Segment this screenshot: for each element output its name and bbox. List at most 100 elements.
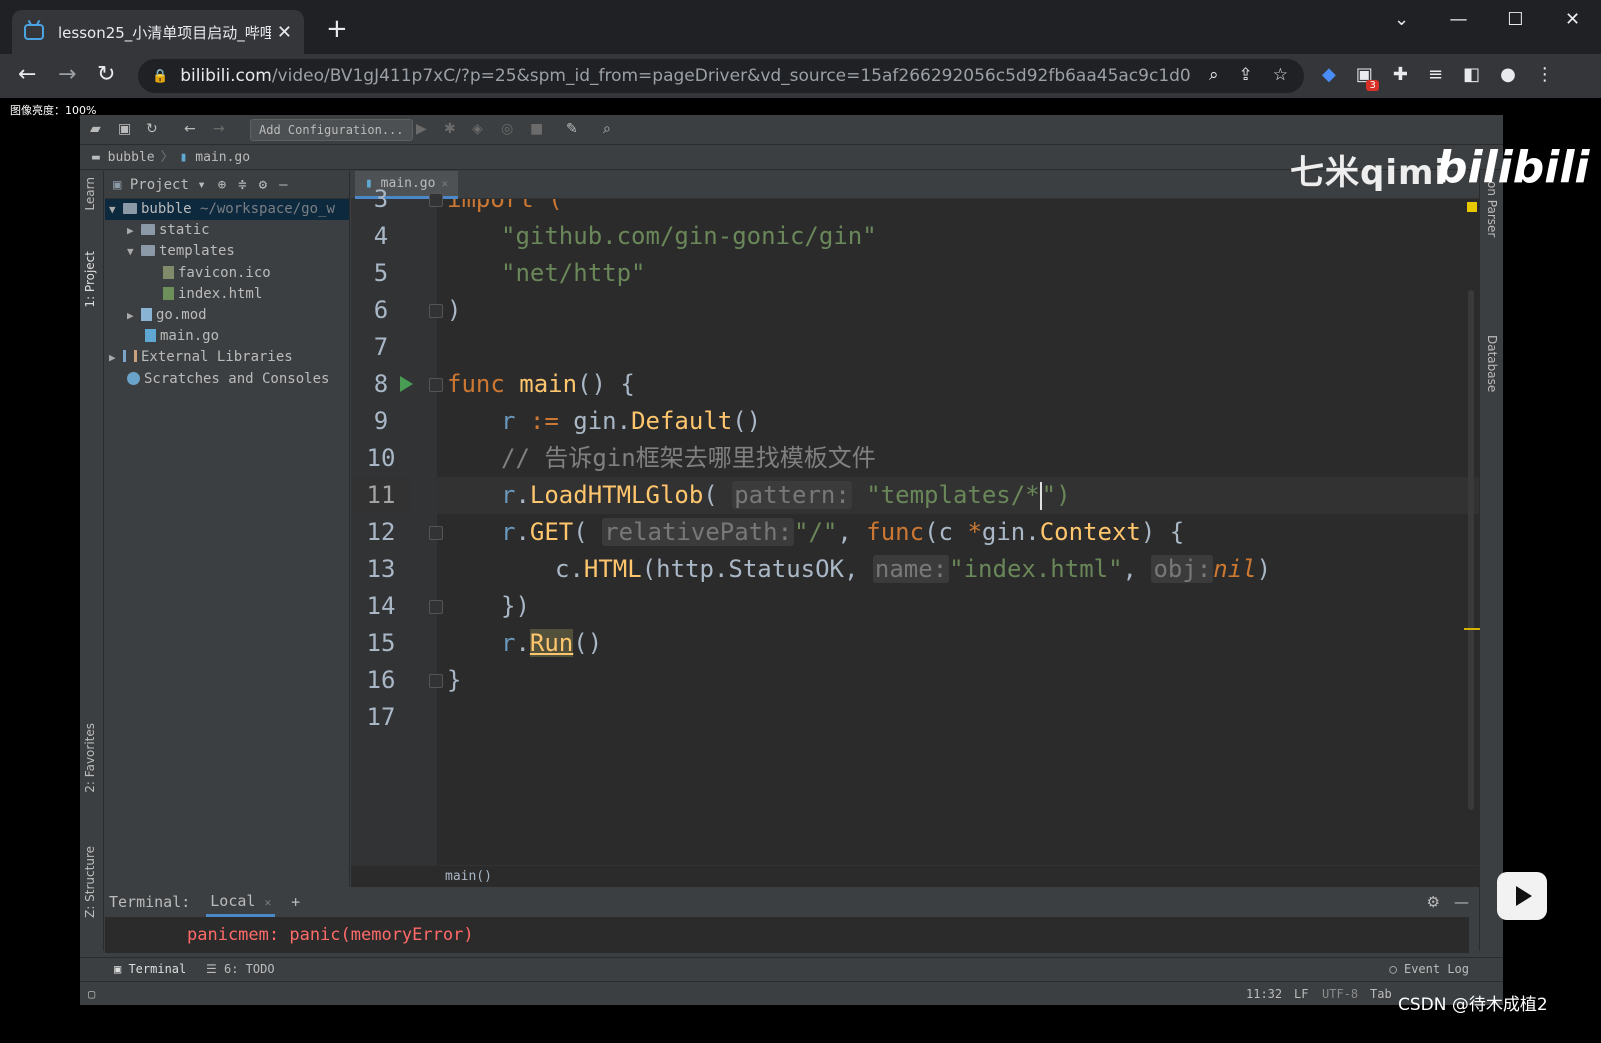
- tree-item-bubble[interactable]: ▼ bubble ~/workspace/go_w: [105, 199, 349, 221]
- reading-list-icon[interactable]: ≡: [1428, 64, 1443, 85]
- collapsed-arrow-icon[interactable]: ▶: [127, 305, 141, 326]
- reload-button[interactable]: ↻: [97, 62, 115, 87]
- project-tool-tab[interactable]: 1: Project: [83, 251, 97, 308]
- share-icon[interactable]: ⇪: [1239, 65, 1253, 85]
- sync-icon[interactable]: ↻: [146, 121, 158, 137]
- editor-breadcrumb[interactable]: main(): [351, 865, 1479, 887]
- tree-item-index-html[interactable]: index.html: [105, 284, 349, 305]
- search-icon[interactable]: ⌕: [603, 121, 611, 137]
- code-token: "/": [794, 518, 838, 546]
- library-icon: [123, 350, 137, 363]
- new-tab-button[interactable]: +: [326, 14, 348, 44]
- menu-kebab-icon[interactable]: ⋮: [1536, 64, 1554, 85]
- code-line: ): [437, 292, 1479, 329]
- ide-window: ▰ ▣ ↻ ← → Add Configuration... ▶ ✱ ◈ ◎ ■…: [80, 115, 1503, 1005]
- scratches-icon: [127, 371, 140, 385]
- back-button[interactable]: ←: [18, 62, 36, 87]
- coverage-icon[interactable]: ◈: [472, 121, 483, 137]
- bilibili-favicon-icon: [24, 24, 44, 40]
- window-controls: ⌄ — ☐ ✕: [1373, 0, 1601, 40]
- tab-terminal-local[interactable]: Local ✕: [206, 888, 276, 917]
- close-icon[interactable]: ✕: [264, 896, 271, 909]
- close-icon[interactable]: ✕: [441, 177, 448, 190]
- gear-icon[interactable]: ⚙: [1427, 893, 1440, 911]
- scroll-marker[interactable]: [1464, 628, 1480, 630]
- lock-icon[interactable]: 🔒: [152, 69, 168, 84]
- line-number: 11: [351, 477, 411, 514]
- line-number: 5: [373, 259, 389, 287]
- warning-marker-icon[interactable]: [1467, 202, 1477, 212]
- event-log-button[interactable]: ◯ Event Log: [1390, 958, 1469, 980]
- close-tab-icon[interactable]: ✕: [277, 22, 292, 43]
- favorites-tool-tab[interactable]: 2: Favorites: [83, 723, 97, 793]
- add-configuration-button[interactable]: Add Configuration...: [250, 119, 413, 141]
- tree-item-go-mod[interactable]: ▶ go.mod: [105, 305, 349, 326]
- indent-setting[interactable]: Tab: [1370, 982, 1392, 1006]
- database-tool-tab[interactable]: Database: [1485, 335, 1499, 392]
- terminal-output[interactable]: panicmem: panic(memoryError): [105, 917, 1469, 953]
- tree-item-scratches[interactable]: Scratches and Consoles: [105, 369, 349, 390]
- run-gutter-icon[interactable]: [400, 376, 413, 392]
- hide-panel-icon[interactable]: —: [1454, 893, 1469, 911]
- open-folder-icon[interactable]: ▰: [90, 121, 101, 137]
- toggle-panels-icon[interactable]: ▢: [88, 982, 95, 1006]
- zoom-icon[interactable]: ⌕: [1209, 65, 1219, 85]
- side-panel-icon[interactable]: ◧: [1463, 64, 1480, 85]
- add-terminal-icon[interactable]: +: [291, 893, 300, 911]
- address-bar[interactable]: 🔒 bilibili.com/video/BV1gJ411p7xC/?p=25&…: [138, 59, 1304, 93]
- debug-icon[interactable]: ✱: [444, 121, 456, 137]
- collapse-all-icon[interactable]: ≑: [238, 177, 246, 193]
- extension-badge-icon[interactable]: ▣ 3: [1356, 64, 1379, 91]
- expanded-arrow-icon[interactable]: ▼: [109, 199, 123, 220]
- extensions-puzzle-icon[interactable]: ✚: [1393, 64, 1408, 85]
- tree-item-templates[interactable]: ▼ templates: [105, 241, 349, 262]
- forward-button[interactable]: →: [58, 62, 76, 87]
- stop-icon[interactable]: ■: [530, 121, 543, 137]
- cursor-position[interactable]: 11:32: [1246, 982, 1282, 1006]
- hide-panel-icon[interactable]: —: [279, 177, 287, 193]
- extension-icons: ◆ ▣ 3 ✚ ≡ ◧ ● ⋮: [1322, 64, 1554, 91]
- profile-avatar-icon[interactable]: ●: [1500, 64, 1516, 85]
- file-encoding[interactable]: UTF-8: [1322, 982, 1358, 1006]
- structure-tool-tab[interactable]: Z: Structure: [83, 846, 97, 918]
- tab-todo[interactable]: ☰ 6: TODO: [206, 958, 275, 980]
- tree-item-static[interactable]: ▶ static: [105, 220, 349, 241]
- back-nav-icon[interactable]: ←: [184, 121, 196, 137]
- code-token: ): [447, 296, 462, 324]
- close-window-button[interactable]: ✕: [1544, 0, 1601, 40]
- gear-icon[interactable]: ⚙: [259, 177, 267, 193]
- learn-tool-tab[interactable]: Learn: [83, 177, 97, 211]
- tab-search-icon[interactable]: ⌄: [1373, 0, 1430, 40]
- code-area[interactable]: import ( "github.com/gin-gonic/gin" "net…: [437, 199, 1479, 881]
- project-view-selector[interactable]: ▣ Project ▾: [113, 177, 206, 193]
- tree-item-external-libraries[interactable]: ▶ External Libraries: [105, 347, 349, 368]
- run-icon[interactable]: ▶: [416, 121, 427, 137]
- editor-scrollbar[interactable]: [1468, 290, 1474, 810]
- collapsed-arrow-icon[interactable]: ▶: [109, 347, 123, 368]
- code-token: "index.html": [949, 555, 1123, 583]
- save-icon[interactable]: ▣: [118, 121, 131, 137]
- tree-item-favicon[interactable]: favicon.ico: [105, 263, 349, 284]
- breadcrumb-project[interactable]: bubble: [108, 150, 155, 165]
- line-separator[interactable]: LF: [1294, 982, 1308, 1006]
- code-token: func: [447, 370, 505, 398]
- tab-terminal[interactable]: ▣ Terminal: [114, 958, 186, 980]
- breadcrumb-file[interactable]: main.go: [195, 150, 250, 165]
- browser-tab[interactable]: lesson25_小清单项目启动_哔哩 ✕: [12, 10, 304, 54]
- locate-icon[interactable]: ⊕: [218, 177, 226, 193]
- collapsed-arrow-icon[interactable]: ▶: [127, 220, 141, 241]
- expanded-arrow-icon[interactable]: ▼: [127, 241, 141, 262]
- tree-item-main-go[interactable]: main.go: [105, 326, 349, 347]
- profile-icon[interactable]: ◎: [501, 121, 513, 137]
- code-token: func: [866, 518, 925, 546]
- browser-tab-bar: lesson25_小清单项目启动_哔哩 ✕ + ⌄ — ☐ ✕: [0, 0, 1601, 54]
- wrench-icon[interactable]: ✎: [566, 121, 578, 137]
- line-number: 13: [366, 555, 396, 583]
- shield-extension-icon[interactable]: ◆: [1322, 64, 1336, 85]
- minimize-button[interactable]: —: [1430, 0, 1487, 40]
- maximize-button[interactable]: ☐: [1487, 0, 1544, 40]
- bookmark-star-icon[interactable]: ☆: [1273, 65, 1288, 85]
- forward-nav-icon[interactable]: →: [213, 121, 225, 137]
- code-token: r: [501, 518, 516, 546]
- folder-icon: [141, 224, 155, 236]
